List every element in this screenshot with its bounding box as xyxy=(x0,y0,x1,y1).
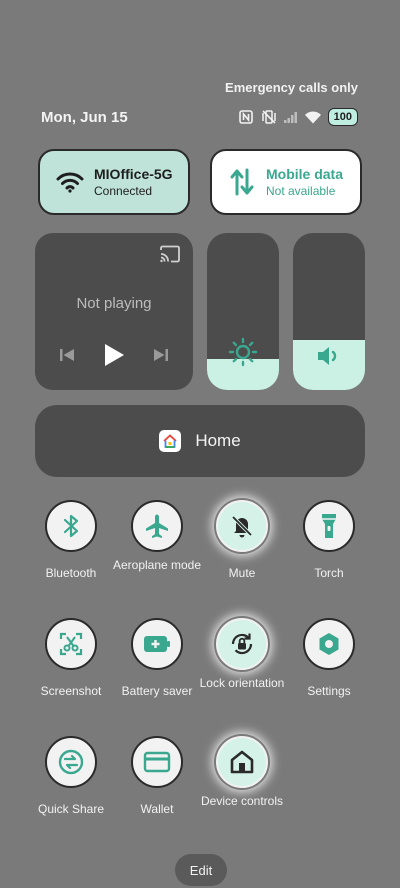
qs-label: Wallet xyxy=(140,802,174,816)
airplane-icon[interactable] xyxy=(131,500,183,552)
previous-icon[interactable] xyxy=(59,347,75,368)
qs-quick-share[interactable]: Quick Share xyxy=(25,736,117,816)
qs-label: Aeroplane mode xyxy=(112,558,202,572)
settings-icon[interactable] xyxy=(303,618,355,670)
bell-off-icon[interactable] xyxy=(216,500,268,552)
qs-aeroplane-mode[interactable]: Aeroplane mode xyxy=(111,500,203,572)
screenshot-icon[interactable] xyxy=(45,618,97,670)
flashlight-icon[interactable] xyxy=(303,500,355,552)
cast-icon[interactable] xyxy=(159,245,181,268)
qs-torch[interactable]: Torch xyxy=(283,500,375,580)
media-player: Not playing xyxy=(35,233,193,390)
qs-settings[interactable]: Settings xyxy=(283,618,375,698)
mobile-data-tile[interactable]: Mobile data Not available xyxy=(210,149,362,215)
rotation-lock-icon[interactable] xyxy=(216,618,268,670)
play-icon[interactable] xyxy=(103,343,125,372)
quick-share-icon[interactable] xyxy=(45,736,97,788)
wifi-status: Connected xyxy=(94,184,153,198)
wallet-icon[interactable] xyxy=(131,736,183,788)
home-devices-bar[interactable]: Home xyxy=(35,405,365,477)
qs-battery-saver[interactable]: Battery saver xyxy=(111,618,203,698)
wifi-icon xyxy=(54,171,86,193)
next-icon[interactable] xyxy=(153,347,169,368)
status-icons: 100 xyxy=(238,108,358,126)
qs-label: Settings xyxy=(307,684,351,698)
qs-wallet[interactable]: Wallet xyxy=(111,736,203,816)
nfc-icon xyxy=(238,109,254,125)
vibrate-off-icon xyxy=(261,109,277,125)
qs-lock-orientation[interactable]: Lock orientation xyxy=(196,618,288,690)
wifi-tile[interactable]: MIOffice-5G Connected xyxy=(38,149,190,215)
carrier-status: Emergency calls only xyxy=(225,80,358,95)
qs-label: Quick Share xyxy=(37,802,105,816)
brightness-slider[interactable] xyxy=(207,233,279,390)
qs-screenshot[interactable]: Screenshot xyxy=(25,618,117,698)
qs-label: Screenshot xyxy=(40,684,102,698)
edit-button[interactable]: Edit xyxy=(175,854,227,886)
media-status: Not playing xyxy=(76,295,152,312)
google-home-icon xyxy=(159,430,182,452)
mobile-data-status: Not available xyxy=(266,184,336,198)
qs-device-controls[interactable]: Device controls xyxy=(196,736,288,808)
qs-label: Lock orientation xyxy=(199,676,285,690)
qs-label: Mute xyxy=(228,566,256,580)
mobile-data-icon xyxy=(226,168,258,196)
mobile-data-title: Mobile data xyxy=(266,166,344,182)
volume-icon xyxy=(316,345,342,372)
home-label: Home xyxy=(195,431,241,450)
qs-label: Battery saver xyxy=(121,684,193,698)
qs-label: Bluetooth xyxy=(45,566,97,580)
signal-icon xyxy=(283,111,298,123)
wifi-network-name: MIOffice-5G xyxy=(94,166,173,182)
bluetooth-icon[interactable] xyxy=(45,500,97,552)
qs-label: Device controls xyxy=(200,794,284,808)
home-icon[interactable] xyxy=(216,736,268,788)
brightness-icon xyxy=(228,337,258,372)
volume-slider[interactable] xyxy=(293,233,365,390)
qs-label: Torch xyxy=(314,566,344,580)
battery-plus-icon[interactable] xyxy=(131,618,183,670)
qs-mute[interactable]: Mute xyxy=(196,500,288,580)
battery-indicator: 100 xyxy=(327,108,358,126)
date-label: Mon, Jun 15 xyxy=(41,109,128,126)
qs-bluetooth[interactable]: Bluetooth xyxy=(25,500,117,580)
wifi-status-icon xyxy=(304,111,321,124)
